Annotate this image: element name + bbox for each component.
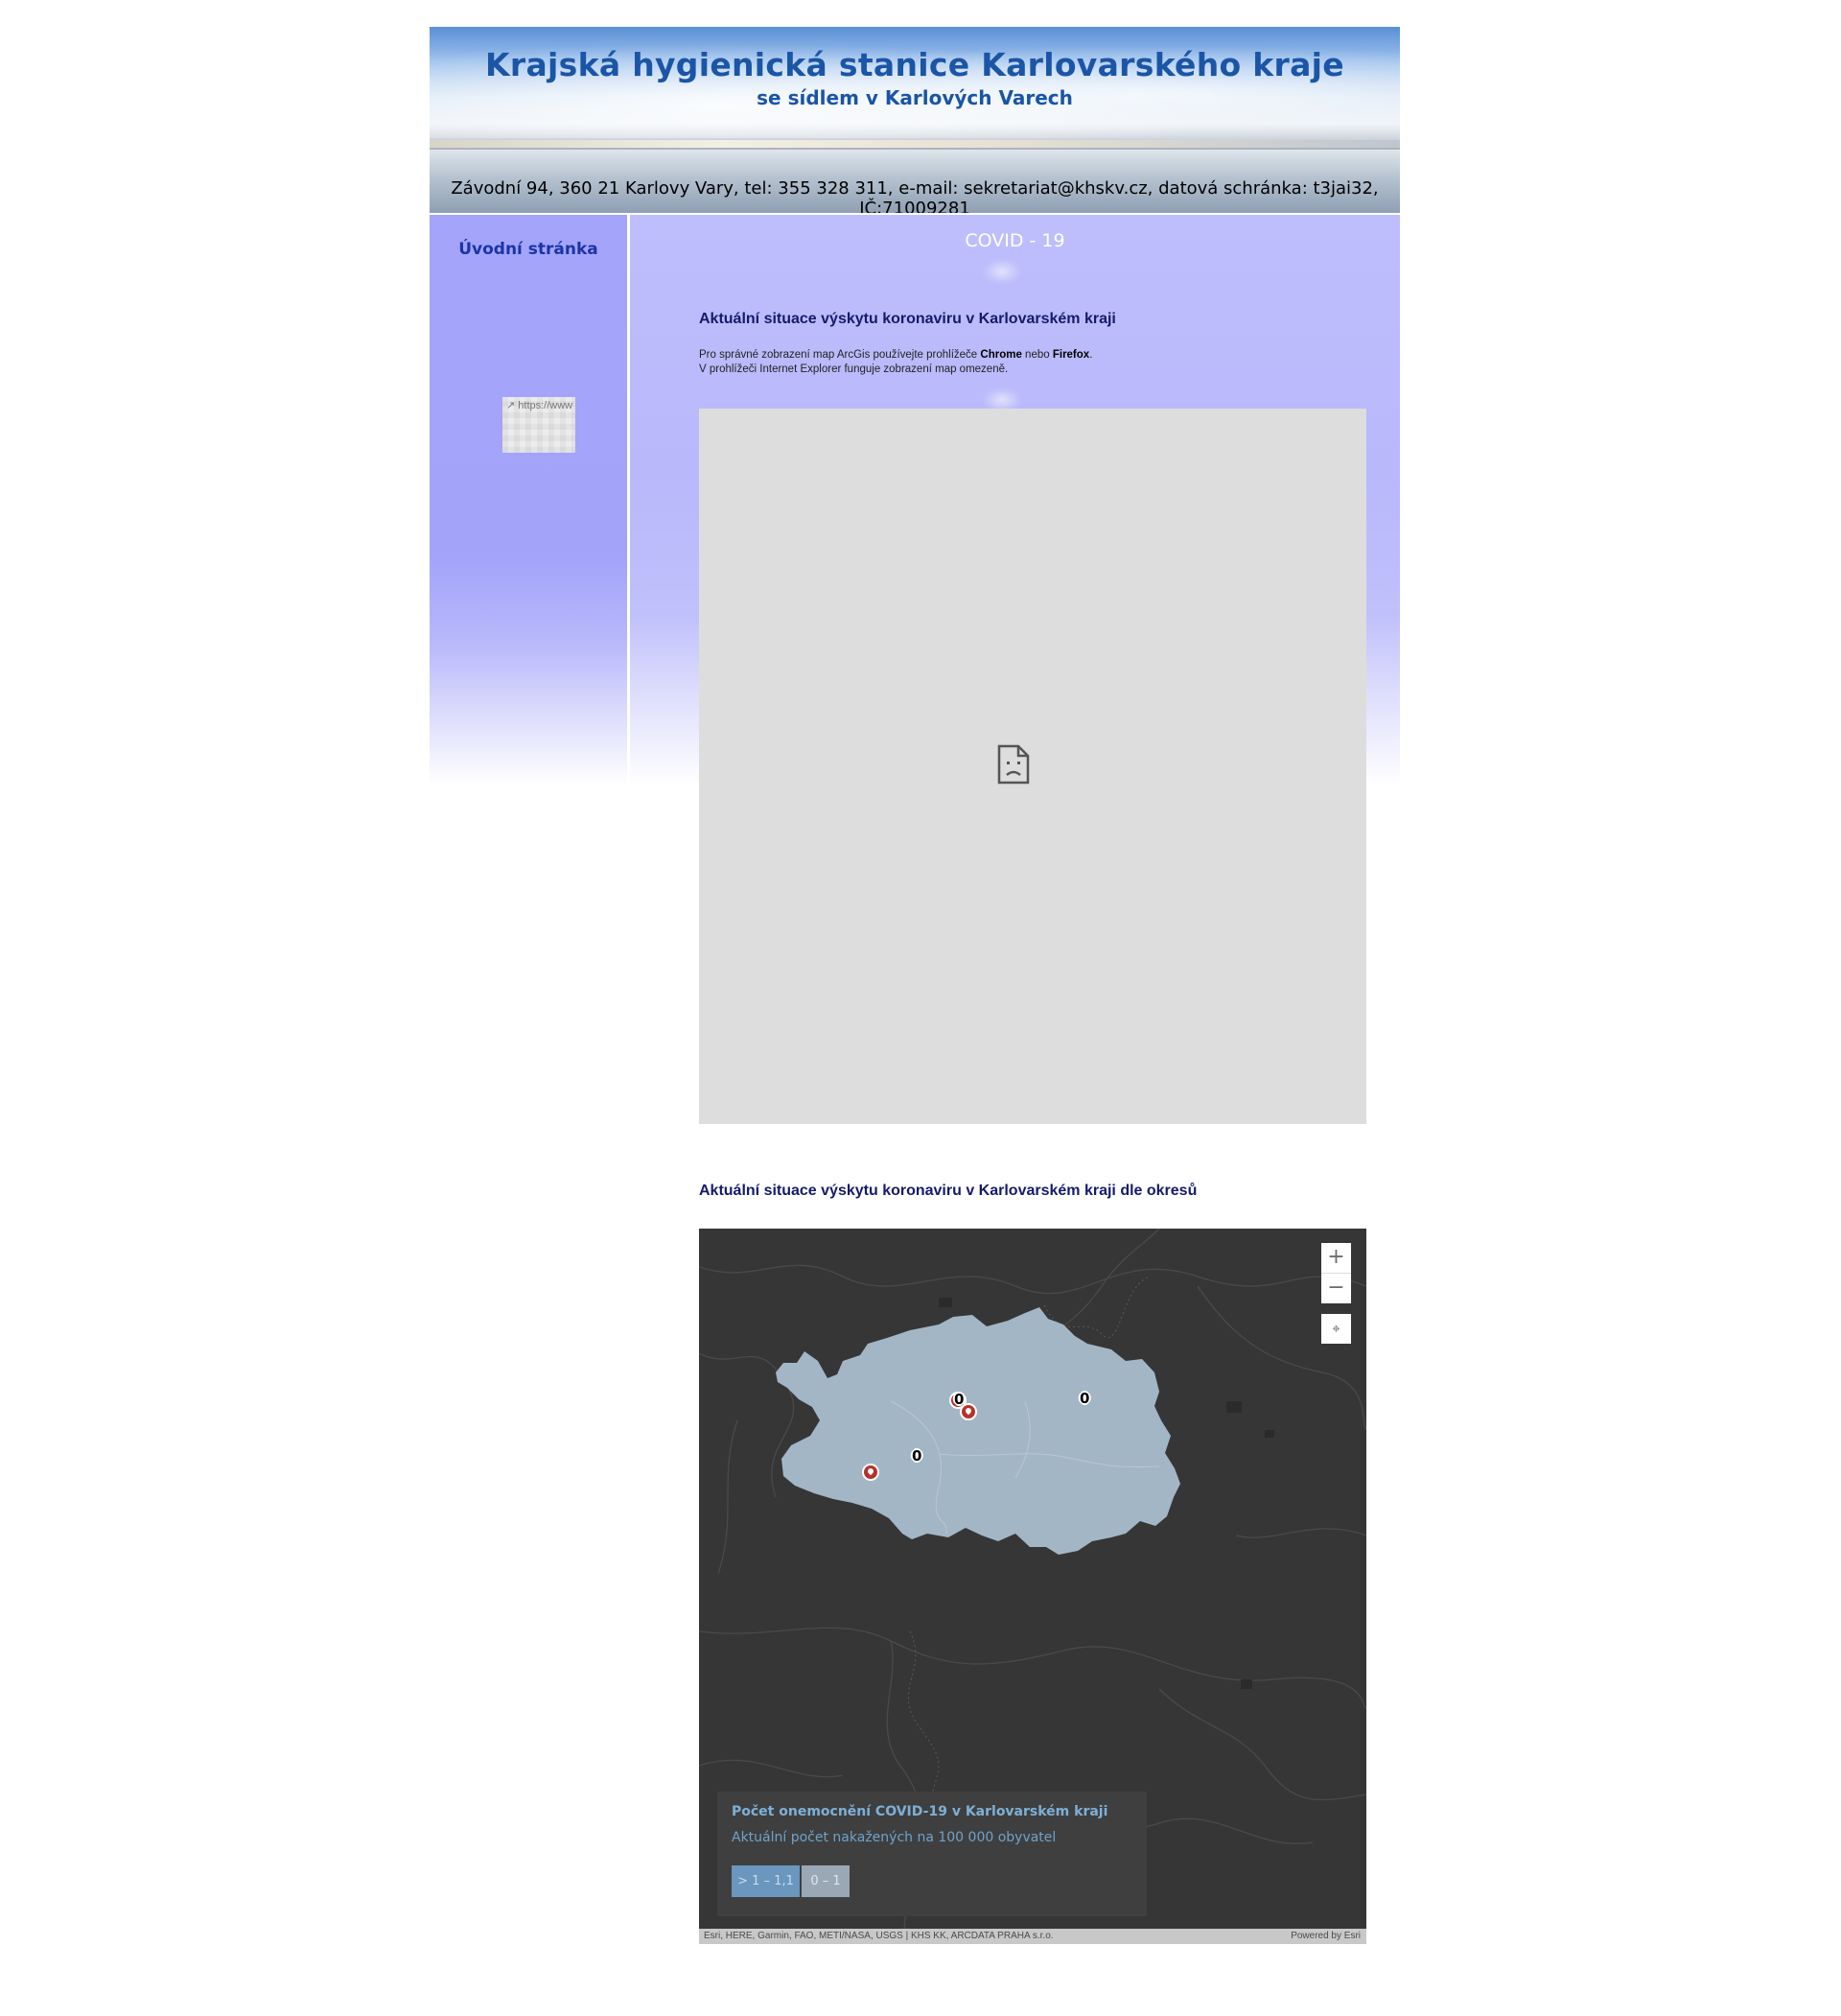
- map-attribution: Esri, HERE, Garmin, FAO, METI/NASA, USGS…: [699, 1929, 1366, 1944]
- site-subtitle: se sídlem v Karlových Varech: [757, 86, 1073, 109]
- horizon-decoration: [430, 140, 1400, 148]
- note-text: nebo: [1021, 349, 1053, 361]
- powered-by-esri[interactable]: Powered by Esri: [1291, 1929, 1361, 1944]
- left-sidebar: Úvodní stránka ↗ https://www: [430, 215, 627, 785]
- contact-info: Závodní 94, 360 21 Karlovy Vary, tel: 35…: [451, 178, 1379, 213]
- legend-class-high[interactable]: > 1 – 1,1: [732, 1865, 800, 1897]
- attribution-text: Esri, HERE, Garmin, FAO, METI/NASA, USGS…: [704, 1931, 1054, 1941]
- external-link-thumbnail[interactable]: ↗ https://www: [502, 397, 575, 453]
- district-label-karlovy-vary: 0: [1080, 1390, 1090, 1407]
- note-ie: V prohlížeči Internet Explorer funguje z…: [699, 363, 1009, 375]
- sad-document-icon: [997, 744, 1030, 785]
- district-map[interactable]: 0 0 0 + − ⌖ Počet onemocnění COVID-19 v …: [699, 1229, 1366, 1944]
- district-label-cheb: 0: [912, 1447, 922, 1465]
- external-link-icon: ↗: [506, 400, 516, 411]
- karlovarsky-region-shape: [776, 1307, 1180, 1555]
- case-marker-icon[interactable]: [862, 1464, 879, 1481]
- external-link-url: https://www: [518, 400, 573, 411]
- zoom-in-button[interactable]: +: [1321, 1243, 1351, 1274]
- site-header-banner: Krajská hygienická stanice Karlovarského…: [430, 27, 1400, 213]
- arcgis-embed-failed[interactable]: [699, 409, 1366, 1124]
- note-text: .: [1089, 349, 1093, 361]
- locate-icon[interactable]: ⌖: [1321, 1314, 1351, 1344]
- home-link[interactable]: Úvodní stránka: [430, 240, 627, 259]
- legend-subtitle: Aktuální počet nakažených na 100 000 oby…: [732, 1830, 1057, 1845]
- legend-title: Počet onemocnění COVID-19 v Karlovarském…: [732, 1804, 1108, 1819]
- district-label-sokolov: 0: [954, 1391, 965, 1408]
- note-chrome: Chrome: [980, 349, 1022, 361]
- browser-note: Pro správné zobrazení map ArcGis používe…: [699, 348, 1092, 377]
- legend-class-low[interactable]: 0 – 1: [802, 1865, 850, 1897]
- section-title-districts: Aktuální situace výskytu koronaviru v Ka…: [699, 1183, 1198, 1199]
- map-legend: Počet onemocnění COVID-19 v Karlovarském…: [717, 1792, 1147, 1916]
- zoom-out-button[interactable]: −: [1321, 1274, 1351, 1303]
- site-title: Krajská hygienická stanice Karlovarského…: [485, 46, 1344, 83]
- section-title-region: Aktuální situace výskytu koronaviru v Ka…: [699, 311, 1116, 327]
- page-heading: COVID - 19: [965, 230, 1065, 251]
- droplet-decoration: [980, 257, 1024, 286]
- note-firefox: Firefox: [1052, 349, 1090, 361]
- note-text: Pro správné zobrazení map ArcGis používe…: [699, 349, 981, 361]
- external-link-label: ↗ https://www: [506, 399, 572, 411]
